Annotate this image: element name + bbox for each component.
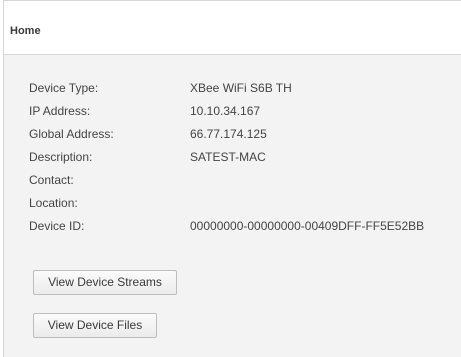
description-label: Description: [29, 149, 93, 164]
device-type-row: Device Type: XBee WiFi S6B TH [29, 76, 459, 99]
view-device-streams-button[interactable]: View Device Streams [33, 270, 177, 295]
location-label: Location: [29, 195, 78, 210]
global-address-row: Global Address: 66.77.174.125 [29, 122, 459, 145]
location-row: Location: [29, 191, 459, 214]
view-device-files-button[interactable]: View Device Files [33, 313, 157, 338]
global-address-value: 66.77.174.125 [190, 126, 267, 141]
contact-label: Contact: [29, 172, 74, 187]
panel-header: Home [4, 1, 461, 55]
ip-address-row: IP Address: 10.10.34.167 [29, 99, 459, 122]
device-id-row: Device ID: 00000000-00000000-00409DFF-FF… [29, 214, 459, 237]
device-type-label: Device Type: [29, 80, 99, 95]
device-id-label: Device ID: [29, 218, 85, 233]
ip-address-value: 10.10.34.167 [190, 103, 261, 118]
description-row: Description: SATEST-MAC [29, 145, 459, 168]
global-address-label: Global Address: [29, 126, 114, 141]
page-title: Home [10, 25, 41, 37]
device-actions: View Device Streams View Device Files [33, 270, 177, 356]
device-type-value: XBee WiFi S6B TH [190, 80, 292, 95]
contact-row: Contact: [29, 168, 459, 191]
ip-address-label: IP Address: [29, 103, 91, 118]
home-panel: Home Device Type: XBee WiFi S6B TH IP Ad… [3, 0, 461, 357]
device-id-value: 00000000-00000000-00409DFF-FF5E52BB [190, 218, 425, 233]
description-value: SATEST-MAC [190, 149, 266, 164]
device-info-list: Device Type: XBee WiFi S6B TH IP Address… [29, 76, 459, 237]
